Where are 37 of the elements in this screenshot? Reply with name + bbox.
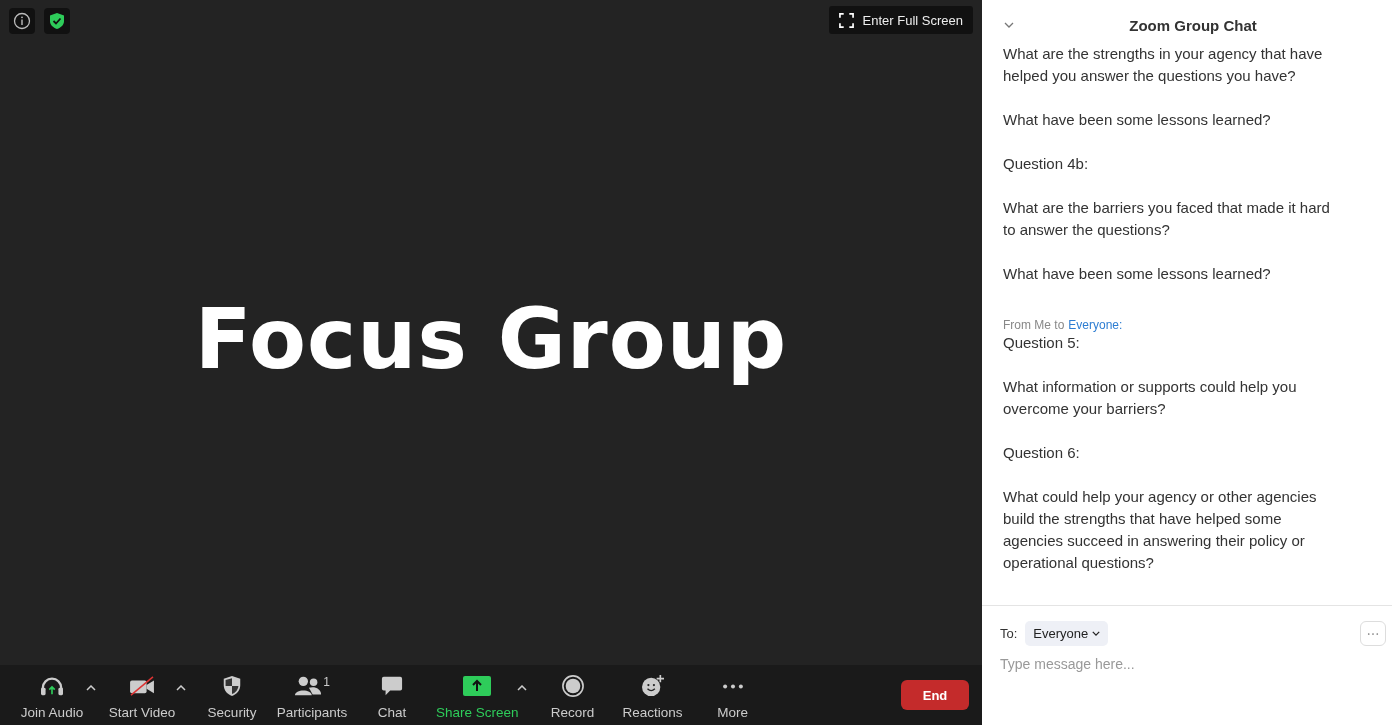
audio-button[interactable]: Join Audio bbox=[12, 670, 92, 720]
end-button[interactable]: End bbox=[901, 680, 969, 710]
message-text: What are the strengths in your agency that have helped you answer the questions you have? bbox=[1003, 44, 1324, 86]
chevron-down-icon bbox=[1092, 631, 1101, 636]
caret-up-icon[interactable] bbox=[176, 684, 186, 691]
message-text: Question 5: bbox=[1003, 333, 1081, 353]
more-button[interactable]: More bbox=[692, 670, 773, 720]
message-sender: From Me to bbox=[1003, 318, 1065, 332]
chevron-down-icon[interactable] bbox=[1004, 22, 1014, 28]
message-recipient: Everyone: bbox=[1068, 318, 1123, 332]
message-text: What have been some lessons learned? bbox=[1003, 110, 1272, 130]
chat-title: Zoom Group Chat bbox=[1129, 16, 1257, 34]
shared-screen-title: Focus Group bbox=[194, 291, 788, 388]
reactions-button[interactable]: Reactions bbox=[612, 670, 693, 720]
camera-off-icon bbox=[128, 674, 156, 697]
message-text: Question 4b: bbox=[1003, 154, 1090, 174]
security-button[interactable]: Security bbox=[192, 670, 272, 720]
to-label: To: bbox=[1000, 626, 1018, 641]
caret-up-icon[interactable] bbox=[516, 684, 527, 691]
info-icon[interactable] bbox=[9, 8, 35, 34]
chat-button[interactable]: Chat bbox=[352, 670, 432, 720]
enter-full-screen-button[interactable]: Enter Full Screen bbox=[828, 6, 973, 34]
caret-up-icon[interactable] bbox=[86, 684, 96, 691]
message-text: What are the barriers you faced that made it hard to answer the questions? bbox=[1003, 198, 1331, 240]
video-button[interactable]: Start Video bbox=[102, 670, 182, 720]
fullscreen-icon bbox=[838, 12, 854, 28]
record-button[interactable]: Record bbox=[532, 670, 613, 720]
recipient-dropdown[interactable]: Everyone bbox=[1025, 621, 1109, 646]
participants-button[interactable]: 1 Participants bbox=[272, 670, 352, 720]
shield-check-icon[interactable] bbox=[44, 8, 70, 34]
message-text: What information or supports could help you overcome your barriers? bbox=[1003, 377, 1298, 419]
message-text: Question 6: bbox=[1003, 443, 1081, 463]
people-icon bbox=[294, 674, 323, 697]
message-text: What have been some lessons learned? bbox=[1003, 264, 1272, 284]
message-text: What could help your agency or other agencies build the strengths that have helped some agencies succeed in answering their policy or operational questions? bbox=[1003, 487, 1318, 573]
share-button[interactable]: Share Screen bbox=[432, 670, 523, 720]
more-dots-icon bbox=[1367, 631, 1379, 636]
